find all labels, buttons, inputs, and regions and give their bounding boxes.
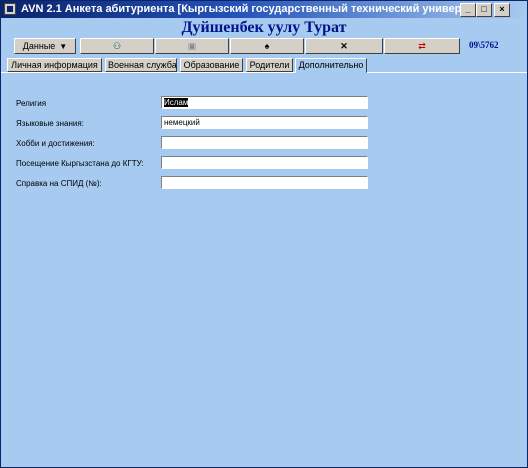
delete-button[interactable]: ✕ <box>305 38 383 54</box>
tab-personal-info[interactable]: Личная информация <box>7 58 102 72</box>
app-window: AVN 2.1 Анкета абитуриента [Кыргызский г… <box>0 0 528 468</box>
record-number: 09\5762 <box>469 40 499 50</box>
tab-military-service[interactable]: Военная служба <box>105 58 177 72</box>
languages-label: Языковые знания: <box>16 119 84 128</box>
toolbar: Данные ▼ ⚇ ▣ ♠ ✕ ⇄ 09\5762 <box>1 38 527 55</box>
data-menu-label: Данные <box>22 41 56 51</box>
tab-education[interactable]: Образование <box>180 58 243 72</box>
visit-kyrgyzstan-field[interactable] <box>161 156 368 169</box>
search-button[interactable]: ♠ <box>230 38 304 54</box>
people-icon: ⚇ <box>112 41 122 51</box>
religion-field[interactable]: Ислам <box>161 96 368 109</box>
aids-certificate-label: Справка на СПИД (№): <box>16 179 102 188</box>
tab-parents[interactable]: Родители <box>246 58 293 72</box>
tab-divider <box>1 72 295 73</box>
religion-label: Религия <box>16 99 47 108</box>
hobbies-label: Хобби и достижения: <box>16 139 95 148</box>
religion-value: Ислам <box>164 98 189 107</box>
delete-icon: ✕ <box>340 41 348 51</box>
hobbies-field[interactable] <box>161 136 368 149</box>
student-name-header: Дуйшенбек уулу Турат <box>181 19 347 36</box>
people-button[interactable]: ⚇ <box>80 38 154 54</box>
tab-strip: Личная информация Военная служба Образов… <box>1 58 527 73</box>
transfer-button[interactable]: ⇄ <box>384 38 460 54</box>
save-icon: ▣ <box>187 41 197 51</box>
tab-divider <box>367 72 527 73</box>
close-button[interactable]: × <box>494 3 510 17</box>
window-title: AVN 2.1 Анкета абитуриента [Кыргызский г… <box>21 3 461 15</box>
transfer-icon: ⇄ <box>418 41 426 51</box>
aids-certificate-field[interactable] <box>161 176 368 189</box>
chevron-down-icon: ▼ <box>59 42 68 51</box>
data-menu-button[interactable]: Данные ▼ <box>14 38 76 54</box>
visit-kyrgyzstan-label: Посещение Кыргызстана до КГТУ: <box>16 159 144 168</box>
tab-additional[interactable]: Дополнительно <box>295 58 367 73</box>
binoculars-icon: ♠ <box>264 41 270 51</box>
languages-field[interactable]: немецкий <box>161 116 368 129</box>
minimize-button[interactable]: _ <box>460 3 476 17</box>
maximize-button[interactable]: □ <box>476 3 492 17</box>
save-button[interactable]: ▣ <box>155 38 229 54</box>
title-bar[interactable]: AVN 2.1 Анкета абитуриента [Кыргызский г… <box>1 1 527 18</box>
app-icon[interactable] <box>4 3 16 15</box>
